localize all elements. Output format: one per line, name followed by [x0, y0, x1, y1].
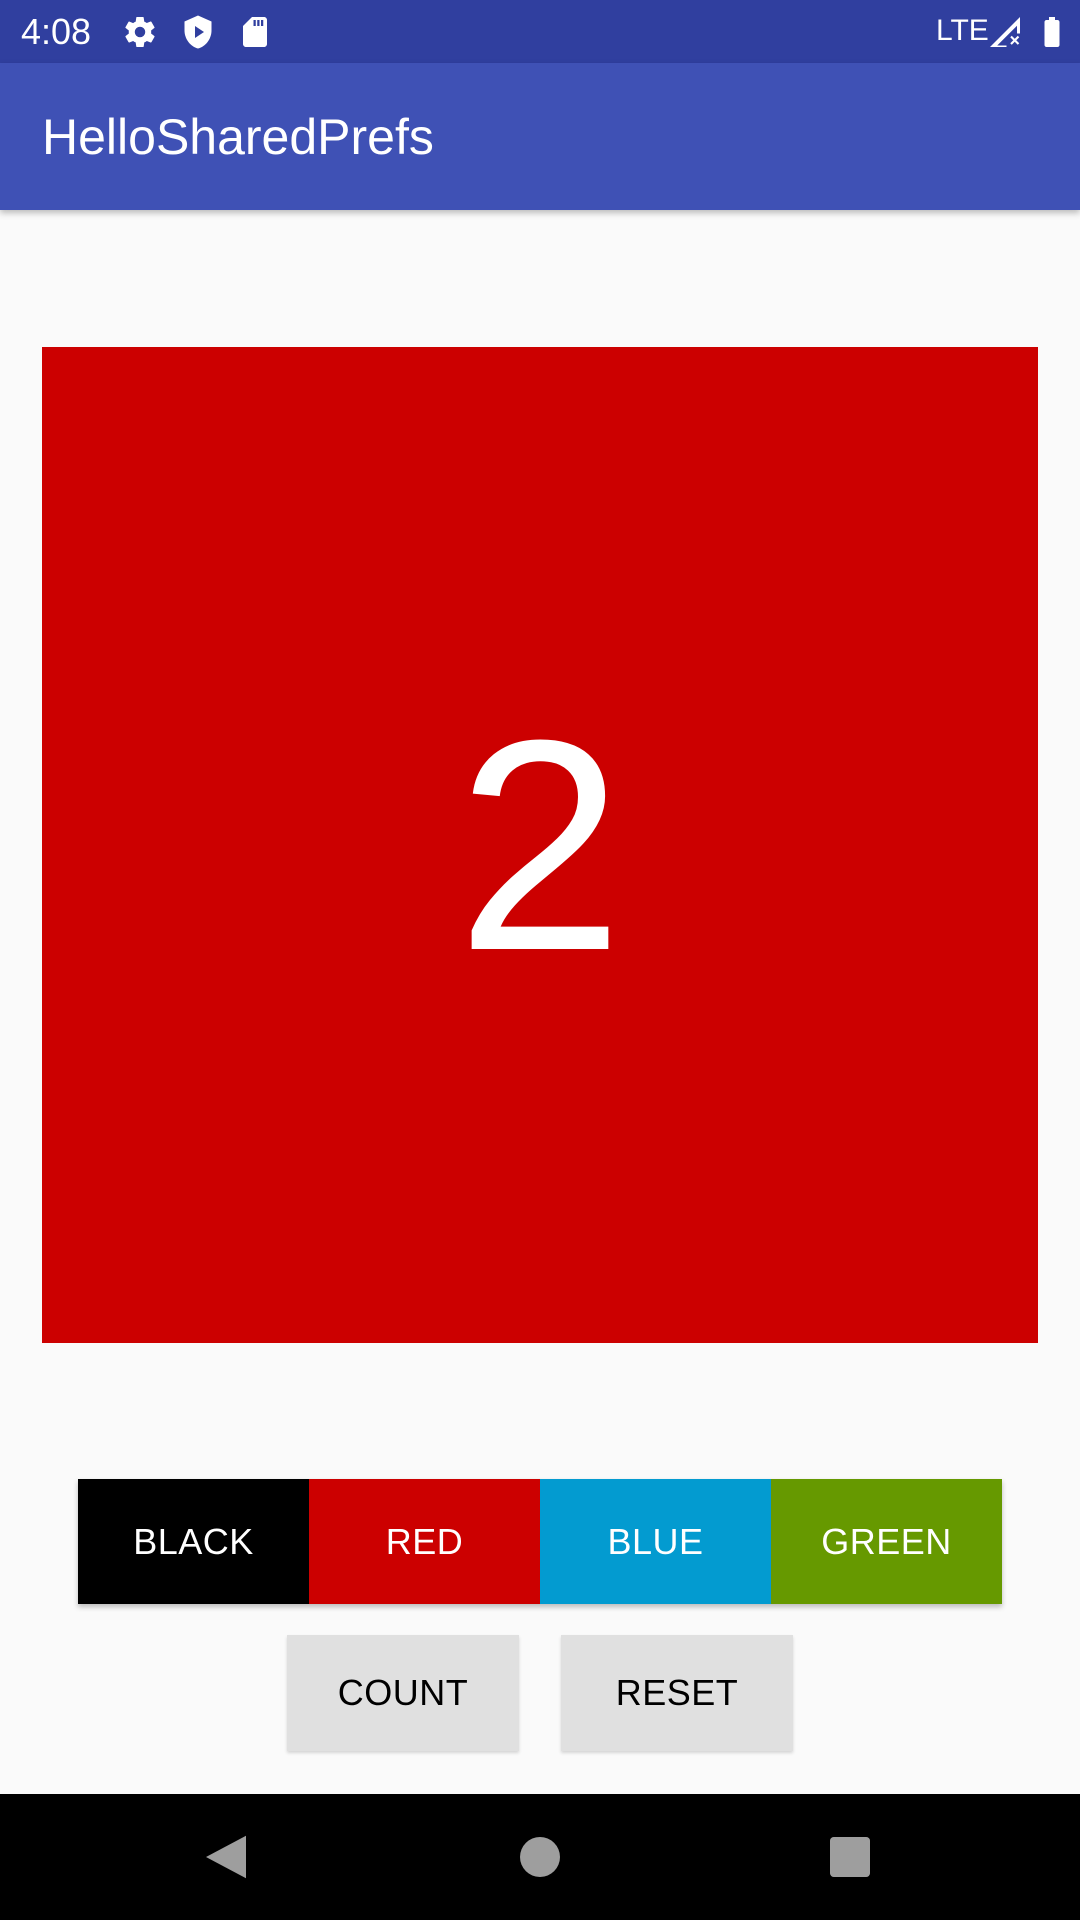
count-display: 2: [42, 347, 1038, 1343]
app-bar: HelloSharedPrefs: [0, 63, 1080, 210]
network-type-label: LTE: [936, 14, 989, 47]
navigation-bar: [0, 1794, 1080, 1920]
status-time: 4:08: [21, 11, 92, 52]
shield-play-icon: [180, 14, 216, 50]
red-button[interactable]: RED: [309, 1479, 540, 1604]
settings-icon: [122, 14, 158, 50]
signal-no-data-icon: [987, 14, 1023, 50]
black-button[interactable]: BLACK: [78, 1479, 309, 1604]
count-value: 2: [456, 677, 624, 1013]
recents-icon[interactable]: [820, 1827, 880, 1887]
status-bar: 4:08 LTE: [0, 0, 1080, 63]
battery-icon: [1034, 14, 1070, 50]
color-button-row: BLACK RED BLUE GREEN: [78, 1479, 1002, 1604]
back-icon[interactable]: [196, 1827, 256, 1887]
reset-button[interactable]: RESET: [561, 1635, 793, 1751]
screen: 4:08 LTE HelloSharedPrefs 2 BLACK RED BL…: [0, 0, 1080, 1920]
app-title: HelloSharedPrefs: [42, 109, 434, 165]
home-icon[interactable]: [510, 1827, 570, 1887]
blue-button[interactable]: BLUE: [540, 1479, 771, 1604]
green-button[interactable]: GREEN: [771, 1479, 1002, 1604]
count-button[interactable]: COUNT: [287, 1635, 519, 1751]
sd-card-icon: [237, 14, 273, 50]
